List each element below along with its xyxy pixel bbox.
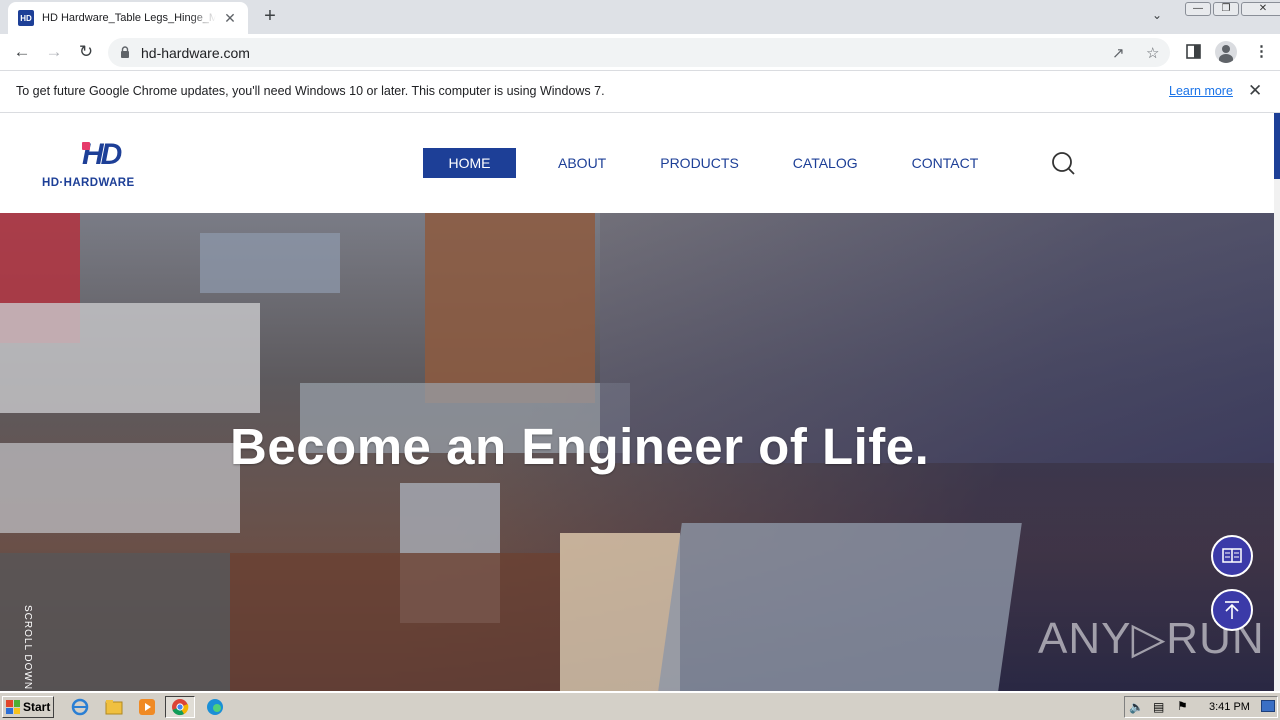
explorer-icon[interactable] [103, 697, 125, 717]
close-window-button[interactable]: ✕ [1241, 2, 1280, 16]
edge-icon[interactable] [204, 697, 226, 717]
logo-text: HD·HARDWARE [42, 177, 135, 189]
site-header: HD HD·HARDWARE HOME ABOUT PRODUCTS CATAL… [0, 114, 1274, 213]
infobar-message: To get future Google Chrome updates, you… [16, 84, 605, 98]
url-text[interactable]: hd-hardware.com [141, 45, 250, 61]
hero-machine-part [0, 443, 240, 533]
chevron-down-icon[interactable]: ⌄ [1152, 8, 1162, 22]
reload-icon[interactable]: ↻ [76, 42, 96, 62]
window-controls: — ❐ ✕ [1183, 2, 1280, 16]
close-tab-icon[interactable]: ✕ [222, 10, 238, 27]
taskbar-clock[interactable]: 3:41 PM [1209, 701, 1250, 713]
volume-icon[interactable]: 🔈 [1129, 700, 1144, 714]
profile-avatar-icon[interactable] [1215, 41, 1237, 63]
scrollbar-thumb[interactable] [1274, 113, 1280, 179]
action-center-flag-icon[interactable]: ⚑ [1177, 699, 1188, 713]
scroll-down-hint[interactable]: SCROLL DOWN [22, 605, 33, 690]
nav-contact[interactable]: CONTACT [900, 148, 991, 178]
show-desktop-icon[interactable] [1261, 700, 1275, 712]
forward-arrow-icon[interactable]: → [44, 42, 64, 62]
update-infobar: To get future Google Chrome updates, you… [0, 71, 1280, 113]
logo-accent [82, 142, 90, 150]
hero-machine-part [230, 553, 560, 691]
page-scrollbar[interactable] [1274, 113, 1280, 691]
hero-copper-electrode [425, 213, 595, 403]
media-player-icon[interactable] [136, 697, 158, 717]
address-bar[interactable]: hd-hardware.com ↗ ☆ [108, 38, 1170, 67]
catalog-book-button[interactable] [1211, 535, 1253, 577]
hero-machine-part [200, 233, 340, 293]
nav-catalog[interactable]: CATALOG [781, 148, 870, 178]
browser-tab-strip: HD HD Hardware_Table Legs_Hinge_Metal ✕ … [0, 0, 1280, 34]
windows-logo-icon [6, 700, 20, 714]
hero-banner: Become an Engineer of Life. SCROLL DOWN … [0, 213, 1274, 691]
nav-products[interactable]: PRODUCTS [648, 148, 751, 178]
chrome-icon[interactable] [165, 696, 195, 718]
start-button[interactable]: Start [2, 696, 54, 718]
site-logo[interactable]: HD HD·HARDWARE [42, 138, 166, 190]
hero-metal-bracket [658, 523, 1022, 691]
ie-icon[interactable] [69, 697, 91, 717]
infobar-close-icon[interactable]: ✕ [1248, 81, 1262, 101]
browser-tab[interactable]: HD HD Hardware_Table Legs_Hinge_Metal ✕ [8, 2, 248, 34]
side-panel-icon[interactable] [1186, 44, 1201, 59]
search-icon[interactable] [1051, 151, 1075, 175]
more-menu-icon[interactable]: ⋮ [1254, 42, 1269, 60]
arrow-up-icon [1225, 601, 1239, 619]
lock-icon [121, 46, 129, 58]
start-label: Start [23, 700, 51, 714]
share-icon[interactable]: ↗ [1112, 44, 1125, 62]
network-icon[interactable]: ▤ [1153, 700, 1164, 714]
book-icon [1222, 548, 1242, 563]
nav-home[interactable]: HOME [423, 148, 516, 178]
windows-taskbar: Start 🔈 ▤ ⚑ 3:41 PM [0, 692, 1280, 720]
main-nav: HOME ABOUT PRODUCTS CATALOG CONTACT [423, 148, 1020, 178]
hero-machine-part [0, 303, 260, 413]
new-tab-button[interactable]: + [260, 6, 280, 26]
back-arrow-icon[interactable]: ← [12, 42, 32, 62]
hero-title: Become an Engineer of Life. [230, 418, 930, 475]
tab-title: HD Hardware_Table Legs_Hinge_Metal [42, 12, 216, 24]
minimize-button[interactable]: — [1185, 2, 1211, 16]
system-tray: 🔈 ▤ ⚑ 3:41 PM [1124, 696, 1278, 718]
restore-button[interactable]: ❐ [1213, 2, 1239, 16]
hero-machine-part [0, 553, 230, 691]
back-to-top-button[interactable] [1211, 589, 1253, 631]
bookmark-star-icon[interactable]: ☆ [1146, 44, 1159, 62]
browser-toolbar: ← → ↻ hd-hardware.com ↗ ☆ ⋮ [0, 34, 1280, 71]
learn-more-link[interactable]: Learn more [1169, 84, 1233, 98]
nav-about[interactable]: ABOUT [546, 148, 618, 178]
site-favicon-icon: HD [18, 10, 34, 26]
